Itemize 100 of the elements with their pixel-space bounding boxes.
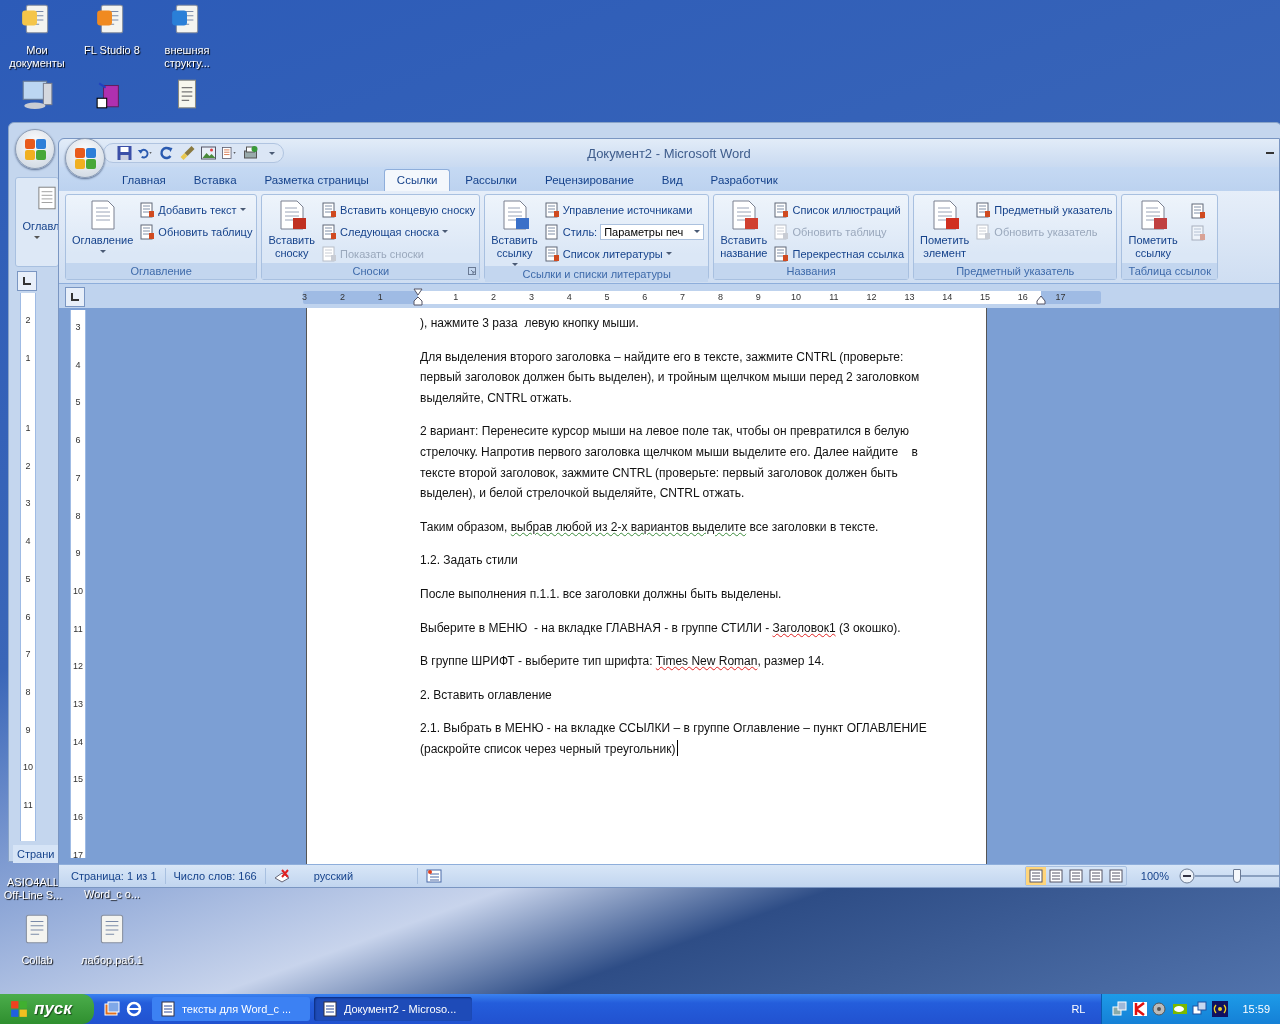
ribbon-button[interactable]: Перекрестная ссылка <box>773 244 905 263</box>
customize-caret-icon[interactable] <box>269 151 275 155</box>
office-button[interactable] <box>15 129 55 169</box>
zoom-level[interactable]: 100% <box>1140 870 1169 882</box>
document-icon[interactable] <box>1189 203 1206 219</box>
ribbon-large-button[interactable]: Вставить ссылку <box>489 197 540 266</box>
dialog-launcher-icon[interactable] <box>468 267 477 275</box>
paragraph: ), нажмите 3 раза левую кнопку мыши. <box>420 315 640 332</box>
paragraph: 2 вариант: Перенесите курсор мыши на левое поле так, чтобы он превратился в белую стрелочку. Напротив первого заголовка щелчком мыши выделите его. Далее найдите в тексте второй заголовок, зажмите CNTRL (проверьте: первый заголовок должен быть выделен), и белой стрелочкой выделяйте, CNTRL отжать. <box>420 423 919 503</box>
wireless-icon[interactable] <box>1212 1001 1229 1017</box>
ribbon-large-button[interactable]: Вставить сноску <box>266 197 318 263</box>
monitors-icon[interactable] <box>1192 1001 1209 1017</box>
ribbon-button[interactable]: Следующая сноска <box>321 222 476 241</box>
ribbon-tab[interactable]: Разметка страницы <box>251 169 382 191</box>
right-indent-marker-icon[interactable] <box>1036 294 1046 305</box>
caret-icon <box>442 230 448 233</box>
paragraph: 1.2. Задать стили <box>420 552 519 570</box>
document-icon <box>321 223 338 240</box>
speaker-icon[interactable] <box>1152 1001 1169 1017</box>
document-icon <box>321 245 338 262</box>
tab-selector-button[interactable] <box>65 287 85 307</box>
document-icon <box>773 223 790 240</box>
ribbon-group-label: Названия <box>714 263 909 279</box>
paragraph: В группе ШРИФТ - выберите тип шрифта: Times New Roman, размер 14. <box>420 653 826 671</box>
ribbon-tab[interactable]: Вставка <box>180 169 250 191</box>
ribbon-group-label: Сноски <box>262 263 480 279</box>
office-button[interactable] <box>65 138 105 178</box>
paragraph: Выберите в МЕНЮ - на вкладке ГЛАВНАЯ - в группе СТИЛИ - Заголовок1 (3 окошко). <box>420 619 902 637</box>
document-icon <box>139 201 156 218</box>
document-icon <box>543 201 560 218</box>
ribbon-group-label: Предметный указатель <box>914 263 1117 279</box>
window-stack-icon[interactable] <box>103 1001 120 1017</box>
clock: 15:59 <box>1242 1003 1270 1015</box>
ribbon-group-label: Ссылки и списки литературы <box>485 266 709 282</box>
ribbon-button[interactable]: Управление источниками <box>543 200 705 219</box>
ribbon-large-button[interactable]: Вставить название <box>718 197 770 263</box>
document-icon[interactable] <box>221 145 238 161</box>
ribbon-large-button[interactable]: Оглавление <box>70 197 136 263</box>
desktop-icon-label[interactable]: Мои документы <box>0 44 74 70</box>
horizontal-ruler: 3 2 1 1 2 3 4 5 6 7 8 9 10 11 12 13 14 15 16 17 <box>303 290 1101 304</box>
paragraph: 2. Вставить оглавление <box>420 686 553 704</box>
windows-flag-icon <box>10 1000 28 1018</box>
antivirus-icon[interactable] <box>1132 1001 1149 1017</box>
ribbon-button[interactable]: Добавить текст <box>139 200 253 219</box>
zoom-out-button[interactable] <box>1179 868 1195 884</box>
minimize-icon[interactable] <box>1265 151 1275 155</box>
ribbon-tab[interactable]: Рецензирование <box>532 169 647 191</box>
ribbon-button[interactable]: Обновить таблицу <box>139 222 253 241</box>
ribbon-tab[interactable]: Рассылки <box>452 169 530 191</box>
document-icon <box>975 223 992 240</box>
vertical-ruler: 3 4 5 6 7 8 9 10 11 12 13 14 15 16 17 <box>70 310 86 858</box>
redo-icon[interactable] <box>158 145 175 161</box>
ribbon-button[interactable]: Список иллюстраций <box>773 200 905 219</box>
document-icon <box>975 201 992 218</box>
ribbon-group-label: Оглавление <box>66 263 257 279</box>
ribbon-tab[interactable]: Ссылки <box>383 169 451 191</box>
desktop-icon-label[interactable]: внешняя структу... <box>150 44 224 70</box>
taskbar-task[interactable]: Документ2 - Microso... <box>313 997 472 1021</box>
network-icon[interactable] <box>1112 1001 1129 1017</box>
caret-icon <box>99 250 106 253</box>
ribbon-large-button[interactable]: Пометить ссылку <box>1126 197 1180 263</box>
document-icon <box>543 223 560 240</box>
brush-icon[interactable] <box>179 145 196 161</box>
paragraph: Таким образом, выбрав любой из 2-х вариантов выделите все заголовки в тексте. <box>420 518 880 536</box>
ribbon-tab[interactable]: Разработчик <box>697 169 791 191</box>
browser-icon[interactable] <box>125 1001 142 1017</box>
window-title: Документ2 - Microsoft Word <box>587 145 751 161</box>
document-icon <box>773 201 790 218</box>
style-label: Стиль: <box>562 225 598 238</box>
document-icon <box>773 245 790 262</box>
ribbon-tab[interactable]: Главная <box>109 169 179 191</box>
word-count[interactable]: Число слов: 166 <box>165 868 266 884</box>
vertical-ruler: 2 1 1 2 3 4 5 6 7 8 9 10 11 <box>20 293 36 841</box>
ribbon-button[interactable]: Список литературы <box>543 244 705 263</box>
ribbon-button[interactable]: Предметный указатель <box>975 200 1113 219</box>
caret-icon <box>34 236 40 239</box>
paragraph: 2.1. Выбрать в МЕНЮ - на вкладке ССЫЛКИ – в группе Оглавление – пункт ОГЛАВЛЕНИЕ (раскройте список через черный треугольник) <box>420 720 928 758</box>
picture-icon[interactable] <box>200 145 217 161</box>
ribbon-button[interactable]: Вставить концевую сноску <box>321 200 476 219</box>
document-icon <box>38 186 56 210</box>
save-icon[interactable] <box>116 145 133 161</box>
language-indicator[interactable]: русский <box>297 868 419 884</box>
desktop-icon-label[interactable]: FL Studio 8 <box>84 44 140 57</box>
ribbon-tab[interactable]: Вид <box>648 169 696 191</box>
page-count[interactable]: Страница: 1 из 1 <box>63 868 166 884</box>
ribbon-large-button[interactable]: Пометить элемент <box>918 197 972 263</box>
caret-icon <box>665 252 672 255</box>
taskbar-task[interactable]: тексты для Word_c ... <box>151 997 310 1021</box>
tab-selector-button[interactable] <box>17 271 37 291</box>
indent-marker-icon[interactable] <box>413 287 423 306</box>
print-preview-icon[interactable] <box>242 145 259 161</box>
document-icon <box>159 1001 176 1017</box>
language-indicator[interactable]: RL <box>1071 1003 1086 1015</box>
document-icon <box>543 245 560 262</box>
document-icon <box>321 201 338 218</box>
style-dropdown[interactable]: Параметры печ <box>600 223 705 240</box>
spelling-check-icon[interactable] <box>273 868 290 884</box>
caret-icon <box>239 208 246 211</box>
view-mode-button[interactable] <box>1025 867 1046 885</box>
document-icon <box>321 1001 338 1017</box>
